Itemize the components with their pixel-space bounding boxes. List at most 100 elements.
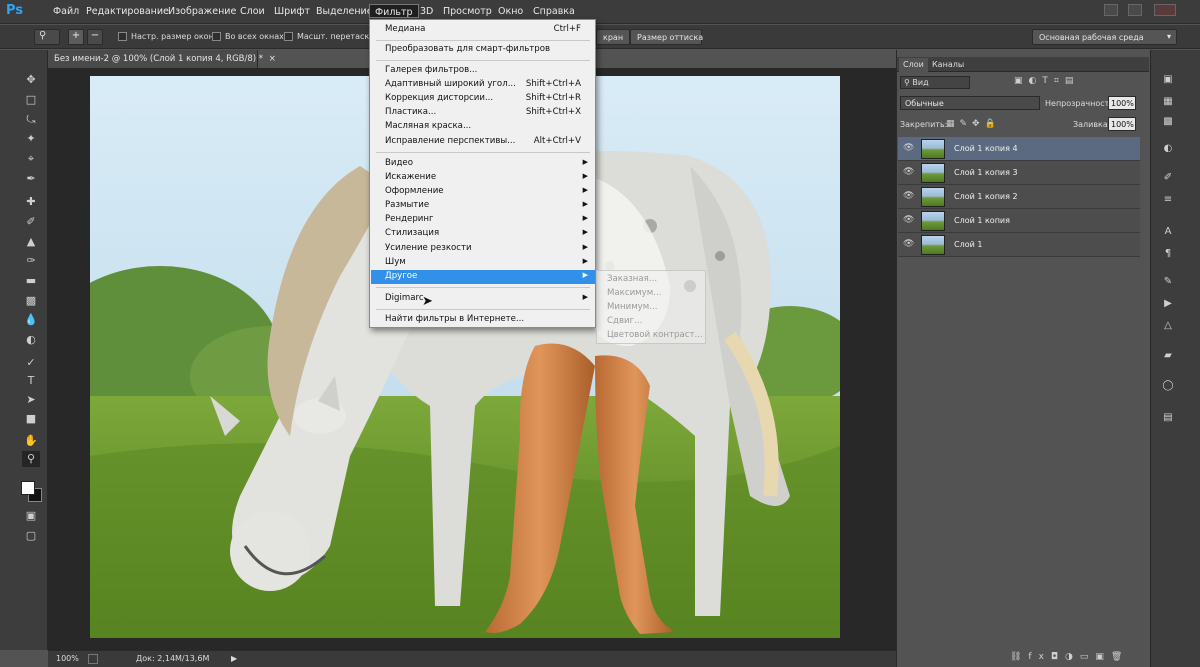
shape-icon[interactable]: ■	[22, 411, 40, 427]
path-select-icon[interactable]: ➤	[22, 392, 40, 408]
workspace-select[interactable]: Основная рабочая среда ▾	[1032, 29, 1177, 45]
menu-file[interactable]: Файл	[53, 6, 79, 20]
layer-row[interactable]: 👁 Слой 1	[898, 233, 1140, 257]
print-size-button[interactable]: Размер оттиска	[630, 29, 703, 45]
history-panel-icon[interactable]: ◯	[1160, 380, 1176, 394]
brush-panel-icon[interactable]: ✎	[1160, 276, 1176, 290]
status-arrow-icon[interactable]: ▶	[231, 654, 237, 663]
type-icon[interactable]: T	[22, 373, 40, 389]
crop-icon[interactable]: ⌖	[22, 151, 40, 167]
screen-mode-icon[interactable]: ▢	[22, 528, 40, 544]
blur-icon[interactable]: 💧	[22, 312, 40, 328]
fill-input[interactable]: 100%	[1108, 117, 1136, 131]
menu-item-other[interactable]: Другое ▶	[371, 270, 595, 284]
resize-windows-checkbox[interactable]	[118, 32, 127, 41]
zoom-in-icon[interactable]: +	[68, 29, 84, 45]
marquee-icon[interactable]: □	[22, 92, 40, 108]
move-icon[interactable]: ✥	[22, 72, 40, 88]
eye-icon[interactable]: 👁	[903, 239, 915, 251]
healing-icon[interactable]: ✚	[22, 194, 40, 210]
dodge-icon[interactable]: ◐	[22, 332, 40, 348]
menu-select[interactable]: Выделение	[316, 6, 373, 20]
cube-icon[interactable]: ▰	[1160, 350, 1176, 364]
layer-row[interactable]: 👁 Слой 1 копия 4	[898, 137, 1140, 161]
lasso-icon[interactable]: ⤿	[22, 112, 40, 128]
swatches-panel-icon[interactable]: ▦	[1160, 96, 1176, 110]
layer-actions-bar[interactable]: ⛓fx◘◑▭▣🗑	[1010, 652, 1140, 664]
quick-mask-icon[interactable]: ▣	[22, 508, 40, 524]
submenu-item-custom[interactable]: Заказная...	[607, 274, 657, 284]
all-windows-checkbox[interactable]	[212, 32, 221, 41]
menu-view[interactable]: Просмотр	[443, 6, 492, 20]
menu-image[interactable]: Изображение	[168, 6, 236, 20]
zoom-level[interactable]: 100%	[56, 654, 79, 663]
layer-row[interactable]: 👁 Слой 1 копия 2	[898, 185, 1140, 209]
menu-item-digimarc[interactable]: Digimarc ▶	[371, 292, 595, 306]
menu-item-stylize[interactable]: Стилизация ▶	[371, 227, 595, 241]
menu-type[interactable]: Шрифт	[274, 6, 310, 20]
document-tab[interactable]: Без имени-2 @ 100% (Слой 1 копия 4, RGB/…	[48, 50, 276, 68]
hand-icon[interactable]: ✋	[22, 433, 40, 449]
character-panel-icon[interactable]: A	[1160, 226, 1176, 240]
color-panel-icon[interactable]: ▣	[1160, 74, 1176, 88]
tab-layers[interactable]: Слои	[899, 58, 928, 72]
tab-channels[interactable]: Каналы	[928, 58, 968, 72]
menu-item-vanishing-point[interactable]: Исправление перспективы... Alt+Ctrl+V	[371, 135, 595, 149]
scrubby-zoom-checkbox[interactable]	[284, 32, 293, 41]
menu-item-adaptive-wide-angle[interactable]: Адаптивный широкий угол... Shift+Ctrl+A	[371, 78, 595, 92]
eyedropper-icon[interactable]: ✒	[22, 171, 40, 187]
layer-filter-icons[interactable]: ▣◐T⌗▤	[1014, 76, 1134, 88]
menu-item-median[interactable]: Медиана Ctrl+F	[371, 23, 595, 37]
maximize-icon[interactable]	[1128, 4, 1142, 16]
submenu-item-maximum[interactable]: Максимум...	[607, 288, 661, 298]
zoom-icon[interactable]: ⚲	[22, 451, 40, 467]
minimize-icon[interactable]	[1104, 4, 1118, 16]
quick-select-icon[interactable]: ✦	[22, 131, 40, 147]
pen-icon[interactable]: ✓	[22, 355, 40, 371]
status-share-icon[interactable]	[88, 654, 98, 664]
menu-item-liquify[interactable]: Пластика... Shift+Ctrl+X	[371, 106, 595, 120]
actions-panel-icon[interactable]: ▶	[1160, 298, 1176, 312]
menu-layers[interactable]: Слои	[240, 6, 265, 20]
submenu-item-offset[interactable]: Сдвиг...	[607, 316, 642, 326]
layer-kind-filter[interactable]: ⚲ Вид	[900, 76, 970, 89]
close-tab-icon[interactable]: ×	[269, 54, 276, 64]
paragraph-panel-icon[interactable]: ¶	[1160, 248, 1176, 262]
eye-icon[interactable]: 👁	[903, 167, 915, 179]
menu-filter[interactable]: Фильтр	[369, 4, 419, 18]
menu-item-lens-correction[interactable]: Коррекция дисторсии... Shift+Ctrl+R	[371, 92, 595, 106]
menu-item-stylize-design[interactable]: Оформление ▶	[371, 185, 595, 199]
zoom-out-icon[interactable]: −	[87, 29, 103, 45]
opacity-input[interactable]: 100%	[1108, 96, 1136, 110]
layer-row[interactable]: 👁 Слой 1 копия 3	[898, 161, 1140, 185]
tool-presets-icon[interactable]: ✐	[1160, 172, 1176, 186]
stamp-icon[interactable]: ▲	[22, 234, 40, 250]
menu-item-browse-filters-online[interactable]: Найти фильтры в Интернете...	[371, 313, 595, 327]
zoom-tool-preset-icon[interactable]: ⚲	[34, 29, 60, 45]
menu-item-distort[interactable]: Искажение ▶	[371, 171, 595, 185]
menu-edit[interactable]: Редактирование	[86, 6, 169, 20]
submenu-item-high-pass[interactable]: Цветовой контраст...	[607, 330, 703, 340]
layer-row[interactable]: 👁 Слой 1 копия	[898, 209, 1140, 233]
menu-help[interactable]: Справка	[533, 6, 575, 20]
menu-item-filter-gallery[interactable]: Галерея фильтров...	[371, 64, 595, 78]
menu-3d[interactable]: 3D	[420, 6, 433, 20]
menu-item-oil-paint[interactable]: Масляная краска...	[371, 120, 595, 134]
menu-item-convert-smart-filters[interactable]: Преобразовать для смарт-фильтров	[371, 43, 595, 57]
eye-icon[interactable]: 👁	[903, 215, 915, 227]
history-brush-icon[interactable]: ✑	[22, 253, 40, 269]
menu-item-render[interactable]: Рендеринг ▶	[371, 213, 595, 227]
3d-panel-icon[interactable]: △	[1160, 320, 1176, 334]
brush-icon[interactable]: ✐	[22, 214, 40, 230]
menu-item-sharpen[interactable]: Усиление резкости ▶	[371, 242, 595, 256]
close-icon[interactable]	[1154, 4, 1176, 16]
submenu-item-minimum[interactable]: Минимум...	[607, 302, 657, 312]
menu-item-noise[interactable]: Шум ▶	[371, 256, 595, 270]
gradient-icon[interactable]: ▩	[22, 293, 40, 309]
menu-item-blur[interactable]: Размытие ▶	[371, 199, 595, 213]
properties-panel-icon[interactable]: ≡	[1160, 194, 1176, 208]
notes-panel-icon[interactable]: ▤	[1160, 412, 1176, 426]
blend-mode-select[interactable]: Обычные	[900, 96, 1040, 110]
lock-icons[interactable]: ▦✎✥🔒	[946, 119, 1001, 129]
eye-icon[interactable]: 👁	[903, 143, 915, 155]
